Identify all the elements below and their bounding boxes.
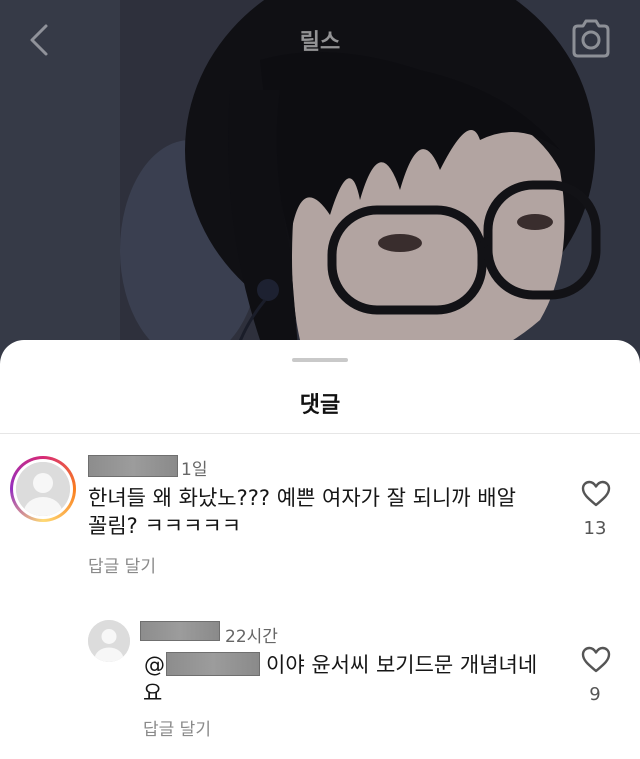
reply-text-line-1: 이야 윤서씨 보기드문 개념녀네	[266, 653, 538, 677]
default-avatar-icon	[88, 620, 130, 662]
comment-text-line-2: 꼴림? ㅋㅋㅋㅋㅋ	[88, 514, 242, 538]
sheet-drag-handle[interactable]	[292, 358, 348, 362]
redacted-username[interactable]	[140, 621, 220, 641]
like-button[interactable]	[580, 644, 612, 674]
comment-time: 1일	[181, 460, 208, 480]
reply-button[interactable]: 답글 달기	[88, 552, 156, 577]
redacted-mention[interactable]	[166, 652, 260, 676]
heart-icon	[581, 480, 611, 507]
redacted-username[interactable]	[88, 455, 178, 477]
camera-button[interactable]	[568, 18, 614, 60]
reply-text-line-2: 요	[143, 681, 163, 705]
like-count: 13	[583, 518, 607, 539]
reels-top-bar: 릴스	[0, 0, 640, 80]
reels-title: 릴스	[299, 29, 341, 54]
comment-text-line-1: 한녀들 왜 화났노??? 예쁜 여자가 잘 되니까 배알	[88, 486, 516, 510]
reel-video-background: 릴스	[0, 0, 640, 372]
heart-icon	[581, 646, 611, 673]
mention-prefix[interactable]: @	[144, 651, 165, 680]
default-avatar-icon	[16, 462, 70, 516]
like-count: 9	[589, 684, 601, 705]
comments-sheet: 댓글	[0, 340, 640, 759]
comments-title: 댓글	[299, 393, 341, 418]
reply-button[interactable]: 답글 달기	[143, 715, 211, 740]
camera-icon	[572, 19, 610, 58]
sheet-divider	[0, 433, 640, 434]
comment-avatar[interactable]	[16, 462, 70, 516]
reply-time: 22시간	[225, 627, 278, 647]
reply-avatar[interactable]	[88, 620, 130, 662]
like-button[interactable]	[580, 478, 612, 508]
